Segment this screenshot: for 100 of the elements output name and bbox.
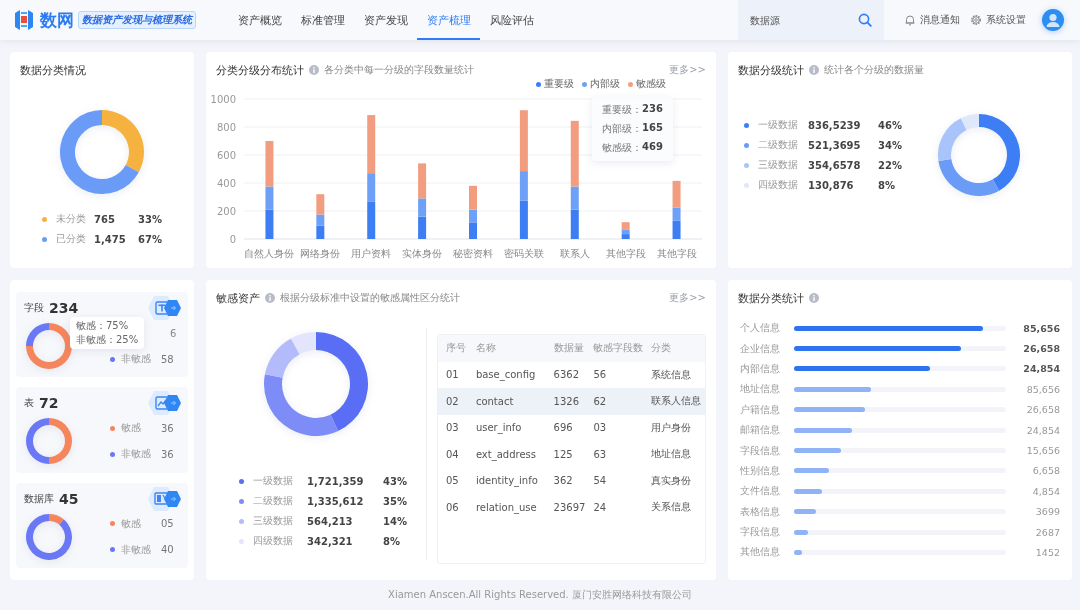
axis-category-label: 自然人身份 <box>244 248 295 259</box>
legend-percent: 22% <box>878 159 902 171</box>
text-field-icon <box>146 293 184 323</box>
donut-slice <box>26 418 49 465</box>
axis-category-label: 用户资料 <box>351 248 392 259</box>
legend-percent: 46% <box>878 119 902 131</box>
category-value: 3699 <box>1035 506 1061 518</box>
nav-tab[interactable]: 风险评估 <box>480 0 543 40</box>
legend-value: 1,335,612 <box>307 495 365 507</box>
table-row[interactable]: 02 contact 1326 62 联系人信息 <box>438 388 705 415</box>
legend-value: 6 <box>170 327 177 339</box>
legend-percent: 67% <box>138 233 162 245</box>
card-title: 数据分类统计 <box>738 290 804 306</box>
legend-label: 敏感 <box>121 516 142 531</box>
settings-icon <box>970 14 982 26</box>
bar-segment <box>265 209 274 239</box>
table-cell-text: 用户身份 <box>651 420 693 435</box>
legend-label: 重要级 <box>544 77 574 91</box>
tooltip-text: 非敏感：25% <box>76 334 139 346</box>
logo-icon <box>12 8 36 32</box>
card-title: 分类分级分布统计 <box>216 62 304 78</box>
legend-value: 836,5239 <box>808 119 862 131</box>
table-row[interactable]: 01 base_config 6362 56 系统信息 <box>438 361 705 388</box>
table-cell-text: identity_info <box>475 475 539 487</box>
legend-value: 05 <box>161 518 174 530</box>
category-value: 26,658 <box>1023 343 1061 355</box>
table-cell-text: 05 <box>446 475 460 487</box>
legend-value: 36 <box>161 448 174 460</box>
table-cell-text: 125 <box>553 448 574 460</box>
bar-segment <box>367 201 376 239</box>
info-icon <box>809 65 819 75</box>
bar-segment <box>316 225 325 239</box>
legend-label: 内部级 <box>590 77 620 91</box>
legend-label: 已分类 <box>56 232 87 246</box>
table-cell-text: contact <box>475 395 515 407</box>
category-value: 24,854 <box>1026 424 1061 436</box>
bell-icon <box>904 14 916 26</box>
donut-slice <box>49 418 72 465</box>
search-icon <box>858 13 872 27</box>
axis-category-label: 其他字段 <box>605 248 646 259</box>
legend-value: 36 <box>161 422 174 434</box>
card-title: 敏感资产 <box>216 290 260 306</box>
legend-label: 未分类 <box>56 212 87 226</box>
column-header: 数据量 <box>553 341 585 356</box>
summary-count: 234 <box>49 300 79 316</box>
table-cell-text: 关系信息 <box>651 500 693 515</box>
table-row[interactable]: 06 relation_use 23697 24 关系信息 <box>438 494 705 521</box>
category-label: 表格信息 <box>739 504 781 519</box>
header-link[interactable]: 消息通知 <box>904 13 960 27</box>
legend-label: 二级数据 <box>758 138 799 152</box>
axis-category-label: 秘密资料 <box>453 248 493 259</box>
table-cell-text: relation_use <box>475 501 538 513</box>
category-label: 个人信息 <box>739 321 781 336</box>
category-value: 85,656 <box>1023 322 1061 334</box>
nav-tab[interactable]: 资产发现 <box>354 0 417 40</box>
legend-percent: 8% <box>383 535 400 547</box>
table-cell-text: ext_address <box>475 448 537 460</box>
axis-tick-label: 600 <box>216 149 236 161</box>
table-cell-text: 03 <box>446 422 460 434</box>
category-value: 1452 <box>1035 547 1061 558</box>
category-label: 户籍信息 <box>739 402 781 417</box>
category-label: 企业信息 <box>739 341 781 356</box>
card-subtitle: 统计各个分级的数据量 <box>824 63 924 77</box>
category-label: 内部信息 <box>739 361 781 376</box>
axis-tick-label: 200 <box>216 205 236 217</box>
legend-label: 一级数据 <box>253 474 295 488</box>
table-row[interactable]: 04 ext_address 125 63 地址信息 <box>438 441 705 468</box>
summary-label: 字段 <box>24 301 44 315</box>
legend-value: 765 <box>94 213 116 225</box>
summary-count: 45 <box>59 490 79 507</box>
legend-percent: 8% <box>878 179 895 191</box>
column-header: 名称 <box>475 341 497 356</box>
category-label: 邮箱信息 <box>739 423 781 438</box>
legend-value: 58 <box>161 353 174 365</box>
nav-tab[interactable]: 资产梳理 <box>417 0 480 40</box>
table-row[interactable]: 05 identity_info 362 54 真实身份 <box>438 467 705 494</box>
bar-segment <box>672 220 681 239</box>
category-label: 性别信息 <box>739 463 781 478</box>
legend-percent: 35% <box>383 495 407 507</box>
category-label: 字段信息 <box>739 525 781 540</box>
nav-tab[interactable]: 资产概览 <box>228 0 291 40</box>
table-cell-text: 696 <box>553 422 574 434</box>
table-cell-text: 06 <box>446 501 460 513</box>
table-cell-text: 23697 <box>553 501 587 513</box>
table-cell-text: 地址信息 <box>651 447 693 462</box>
legend-percent: 14% <box>383 515 407 527</box>
table-cell-text: 6362 <box>553 369 581 381</box>
summary-label: 数据库 <box>24 491 54 506</box>
axis-category-label: 实体身份 <box>402 248 443 259</box>
legend-label: 二级数据 <box>253 494 295 508</box>
search-field[interactable]: 数据源 <box>738 0 884 40</box>
header-link[interactable]: 系统设置 <box>970 13 1026 27</box>
category-value: 6,658 <box>1032 465 1061 477</box>
legend-label: 敏感 <box>121 421 142 436</box>
card-title: 数据分类情况 <box>20 62 86 78</box>
category-value: 24,854 <box>1023 363 1061 375</box>
table-row[interactable]: 03 user_info 696 03 用户身份 <box>438 414 705 441</box>
table-cell-text: 56 <box>593 369 608 381</box>
legend-percent: 34% <box>878 139 902 151</box>
nav-tab[interactable]: 标准管理 <box>291 0 354 40</box>
